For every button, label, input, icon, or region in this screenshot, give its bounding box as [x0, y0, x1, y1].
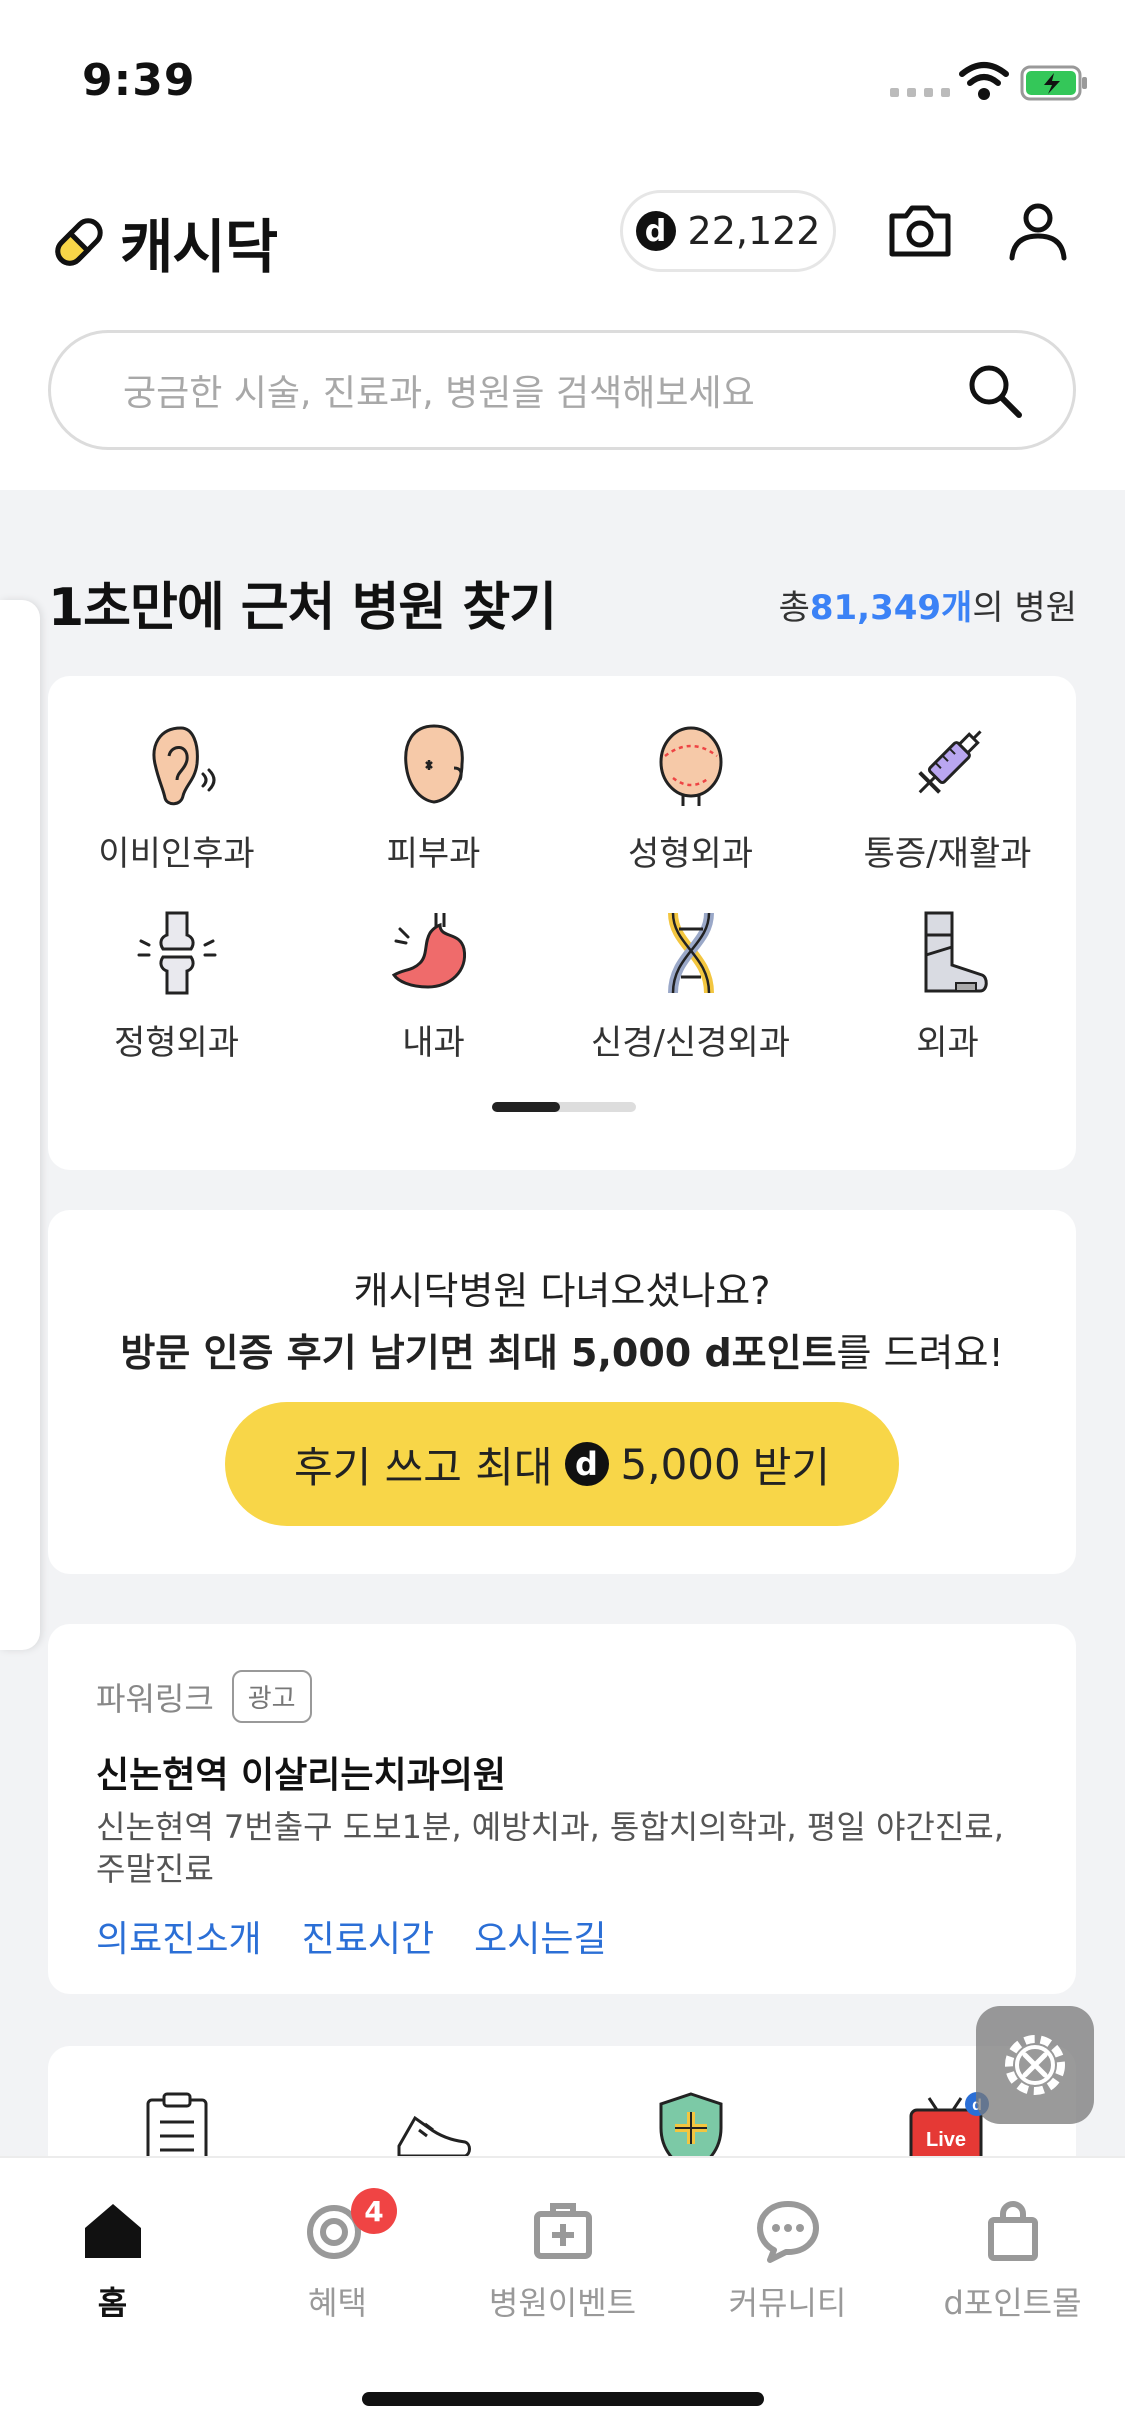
count-suffix: 의 병원 [972, 588, 1077, 628]
category-internal-medicine[interactable]: 내과 [305, 905, 562, 1064]
head-surgery-icon [659, 726, 722, 806]
category-label: 통증/재활과 [863, 834, 1032, 874]
notification-badge: 4 [351, 2188, 397, 2234]
dna-icon [667, 912, 714, 994]
search-bar[interactable]: 궁금한 시술, 진료과, 병원을 검색해보세요 [48, 330, 1076, 450]
pill-logo-icon [55, 218, 103, 266]
ad-links: 의료진소개 진료시간 오시는길 [96, 1910, 607, 1962]
tab-label: 혜택 [308, 2284, 367, 2322]
tab-home[interactable]: 홈 [0, 2196, 225, 2324]
category-ent[interactable]: 이비인후과 [48, 716, 305, 875]
svg-text:Live: Live [925, 2129, 965, 2151]
powerlink-ad-card[interactable]: 파워링크 광고 신논현역 이살리는치과의원 신논현역 7번출구 도보1분, 예방… [48, 1624, 1076, 1994]
chat-icon [756, 2201, 819, 2263]
review-button-amount: 5,000 [620, 1439, 741, 1489]
syringe-icon [917, 730, 982, 794]
category-neurology[interactable]: 신경/신경외과 [562, 905, 819, 1064]
tab-dpoint-mall[interactable]: d포인트몰 [900, 2196, 1125, 2324]
profile-icon[interactable] [1002, 194, 1074, 266]
d-point-badge: d [635, 211, 676, 251]
tab-label: 홈 [97, 2284, 128, 2322]
camera-icon[interactable] [884, 194, 956, 266]
category-page-indicator-fill [492, 1102, 560, 1112]
category-plastic-surgery[interactable]: 성형외과 [562, 716, 819, 875]
category-label: 내과 [402, 1023, 465, 1063]
tab-label: 커뮤니티 [728, 2284, 847, 2322]
category-orthopedics[interactable]: 정형외과 [48, 905, 305, 1064]
cast-leg-icon [924, 911, 988, 993]
ad-label: 파워링크 [96, 1679, 214, 1718]
medical-bag-icon [533, 2203, 592, 2259]
app-name: 캐시닥 [120, 213, 278, 281]
tab-hospital-events[interactable]: 병원이벤트 [450, 2196, 675, 2324]
home-indicator [362, 2392, 764, 2406]
search-icon[interactable] [963, 359, 1025, 421]
category-label: 성형외과 [627, 834, 754, 874]
ad-link-hours[interactable]: 진료시간 [302, 1910, 434, 1962]
stomach-icon [391, 913, 466, 989]
battery-charging-icon [1020, 65, 1087, 101]
review-offer-text: 방문 인증 후기 남기면 최대 5,000 d포인트를 드려요! [48, 1322, 1076, 1377]
tab-community[interactable]: 커뮤니티 [675, 2196, 900, 2324]
section-title: 1초만에 근처 병원 찾기 [48, 578, 557, 638]
review-offer-rest: 를 드려요! [836, 1331, 1004, 1375]
side-drawer-handle[interactable] [0, 600, 40, 1650]
ad-tag: 광고 [231, 1670, 312, 1723]
face-icon [403, 724, 464, 804]
review-button-suffix: 받기 [752, 1442, 831, 1492]
review-button-prefix: 후기 쓰고 최대 [293, 1442, 553, 1492]
status-time: 9:39 [82, 55, 196, 106]
hospital-count: 총 81,349개 의 병원 [779, 580, 1077, 629]
tab-label: d포인트몰 [943, 2284, 1082, 2322]
category-page-indicator [492, 1102, 636, 1112]
category-label: 피부과 [386, 834, 481, 874]
search-placeholder[interactable]: 궁금한 시술, 진료과, 병원을 검색해보세요 [123, 364, 963, 416]
tab-label: 병원이벤트 [488, 2284, 637, 2322]
review-offer-bold: 방문 인증 후기 남기면 최대 5,000 d포인트 [120, 1331, 837, 1375]
ear-icon [152, 726, 215, 806]
ad-description: 신논현역 7번출구 도보1분, 예방치과, 통합치의학과, 평일 야간진료, 주… [96, 1808, 1004, 1888]
category-label: 신경/신경외과 [590, 1023, 791, 1063]
category-label: 외과 [916, 1023, 979, 1063]
ad-title[interactable]: 신논현역 이살리는치과의원 [96, 1746, 506, 1798]
wifi-icon [959, 62, 1009, 100]
write-review-button[interactable]: 후기 쓰고 최대 d 5,000 받기 [225, 1402, 899, 1526]
review-promo-card: 캐시닥병원 다녀오셨나요? 방문 인증 후기 남기면 최대 5,000 d포인트… [48, 1210, 1076, 1574]
bone-joint-icon [137, 911, 216, 995]
ad-header: 파워링크 광고 [96, 1670, 312, 1723]
category-label: 이비인후과 [98, 834, 255, 874]
ad-link-directions[interactable]: 오시는길 [474, 1910, 606, 1962]
category-card: 이비인후과 피부과 성형외과 통증/재활과 정형외과 내과 신경/신경외과 외과 [48, 676, 1076, 1170]
gear-tools-icon [1005, 2035, 1065, 2095]
category-label: 정형외과 [113, 1023, 240, 1063]
d-point-badge: d [564, 1442, 609, 1486]
points-balance-button[interactable]: d 22,122 [620, 190, 836, 272]
cellular-signal-icon [890, 88, 950, 97]
floating-settings-button[interactable] [976, 2006, 1094, 2124]
home-icon [84, 2204, 141, 2258]
tab-benefits[interactable]: 4 혜택 [225, 2188, 450, 2324]
ad-link-doctors[interactable]: 의료진소개 [96, 1910, 262, 1962]
count-number: 81,349개 [809, 588, 973, 628]
count-prefix: 총 [778, 588, 810, 628]
category-dermatology[interactable]: 피부과 [305, 716, 562, 875]
points-value: 22,122 [687, 209, 821, 253]
shopping-bag-icon [987, 2201, 1038, 2261]
review-question: 캐시닥병원 다녀오셨나요? [353, 1269, 771, 1313]
category-pain-rehab[interactable]: 통증/재활과 [819, 716, 1076, 875]
category-surgery[interactable]: 외과 [819, 905, 1076, 1064]
app-logo[interactable]: 캐시닥 [48, 200, 278, 284]
